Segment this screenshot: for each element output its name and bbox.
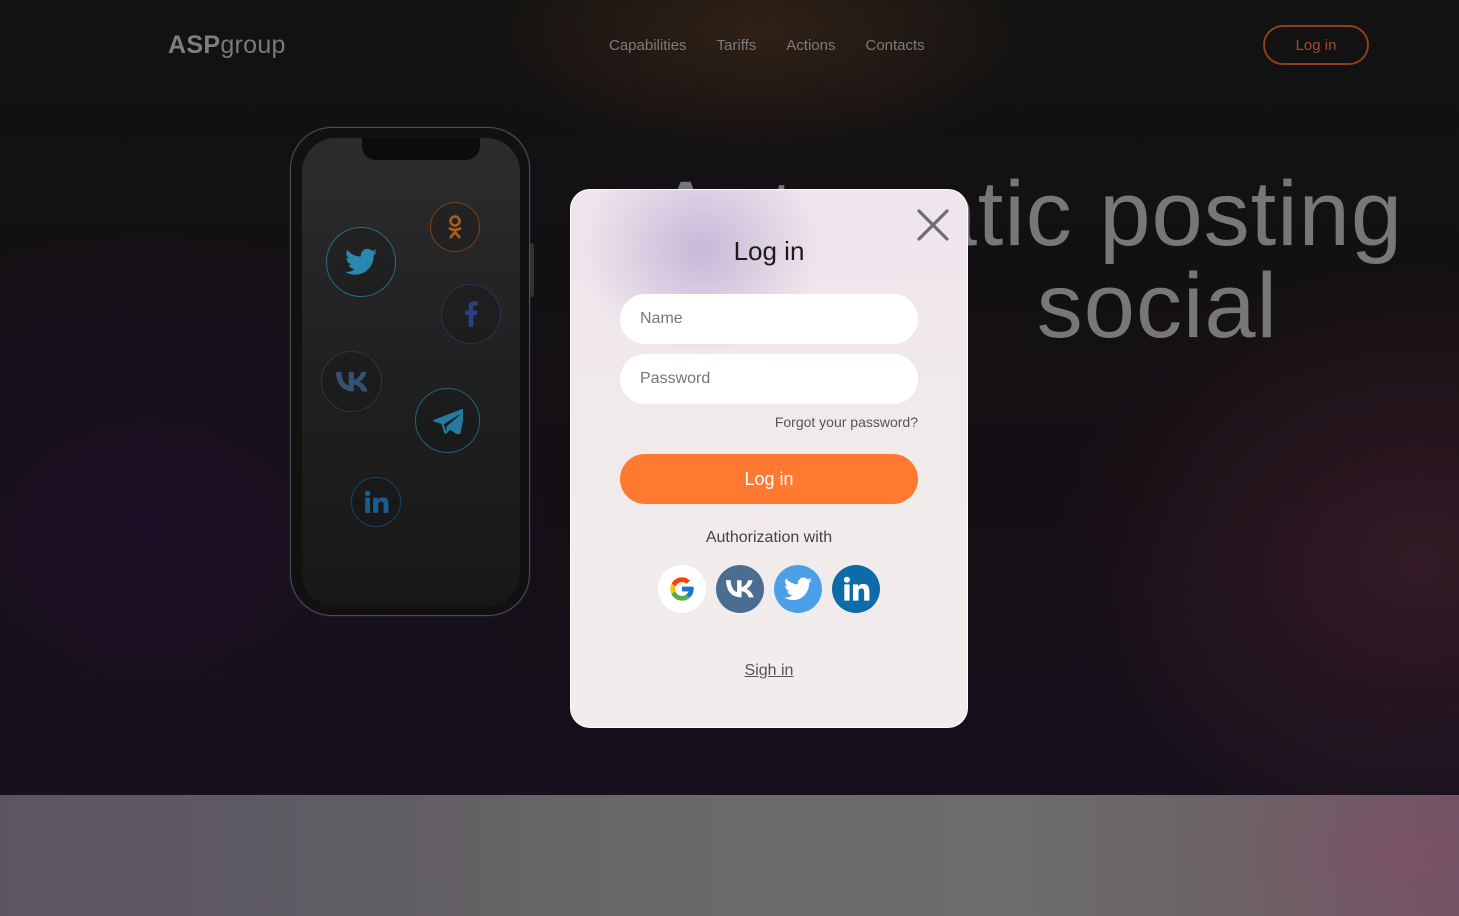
password-input[interactable] xyxy=(620,354,918,404)
sign-in-link[interactable]: Sigh in xyxy=(571,662,967,680)
linkedin-icon[interactable] xyxy=(832,565,880,613)
login-submit-button[interactable]: Log in xyxy=(620,454,918,504)
name-input[interactable] xyxy=(620,294,918,344)
forgot-password-link[interactable]: Forgot your password? xyxy=(620,414,918,430)
auth-with-label: Authorization with xyxy=(705,529,833,546)
google-icon[interactable] xyxy=(658,565,706,613)
twitter-icon[interactable] xyxy=(774,565,822,613)
login-modal: Log in Forgot your password? Log in Auth… xyxy=(570,189,968,728)
vk-icon[interactable] xyxy=(716,565,764,613)
auth-providers xyxy=(658,565,880,613)
modal-title: Log in xyxy=(733,236,805,266)
